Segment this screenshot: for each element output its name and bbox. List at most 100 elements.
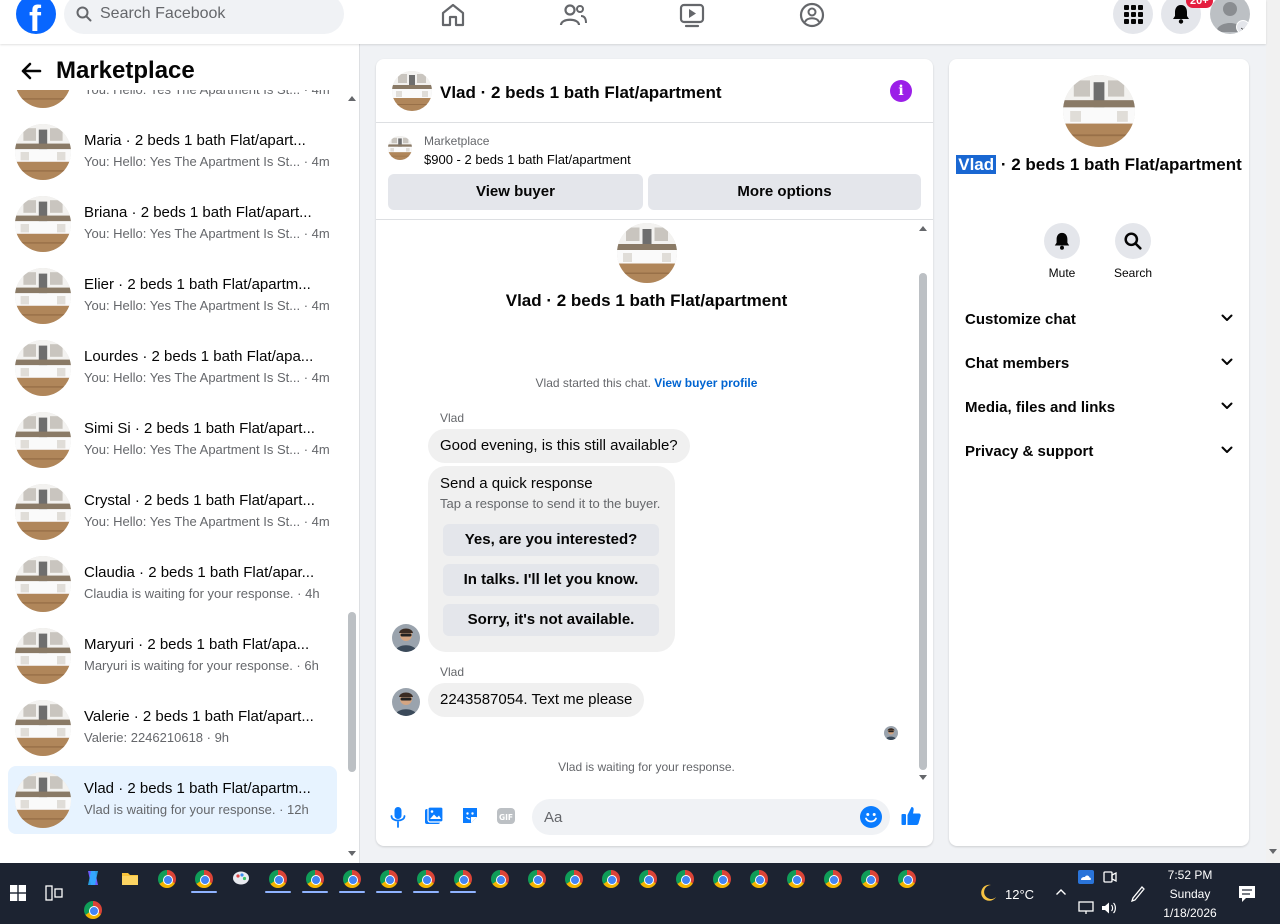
weather-temperature[interactable]: 12°C	[1005, 887, 1034, 902]
friends-icon[interactable]	[558, 2, 588, 28]
clock-time[interactable]: 7:52 PM	[1158, 868, 1222, 882]
chat-scrollbar-thumb[interactable]	[919, 273, 927, 770]
browser-taskbar-icon[interactable]	[380, 870, 398, 888]
chat-scroll-down-arrow[interactable]	[919, 775, 927, 780]
microphone-icon[interactable]	[390, 806, 406, 828]
section-customize-chat[interactable]: Customize chat	[957, 298, 1241, 342]
browser-taskbar-icon[interactable]	[306, 870, 324, 888]
like-icon[interactable]	[900, 805, 922, 827]
network-icon[interactable]	[1078, 901, 1094, 915]
sender-avatar[interactable]	[392, 624, 420, 652]
menu-grid-button[interactable]	[1113, 0, 1153, 34]
listing-small-thumbnail[interactable]	[388, 136, 412, 160]
conversation-item[interactable]: Elier · 2 beds 1 bath Flat/apartm... You:…	[8, 262, 337, 330]
info-listing-photo[interactable]	[1063, 75, 1135, 147]
back-arrow-icon[interactable]	[20, 62, 42, 80]
emoji-icon[interactable]	[860, 806, 882, 828]
chat-title[interactable]: Vlad · 2 beds 1 bath Flat/apartment	[440, 83, 722, 103]
view-buyer-profile-link[interactable]: View buyer profile	[654, 376, 757, 390]
conversation-item[interactable]: Simi Si · 2 beds 1 bath Flat/apart... You…	[8, 406, 337, 474]
browser-taskbar-icon[interactable]	[343, 870, 361, 888]
page-scrollbar[interactable]	[1266, 0, 1280, 863]
windows-start-icon[interactable]	[10, 885, 26, 901]
page-scroll-down-arrow[interactable]	[1269, 849, 1277, 854]
browser-taskbar-icon[interactable]	[676, 870, 694, 888]
sender-avatar[interactable]	[392, 688, 420, 716]
profile-avatar[interactable]: ⌄	[1210, 0, 1250, 34]
volume-icon[interactable]	[1101, 901, 1117, 915]
onedrive-icon[interactable]	[1077, 869, 1095, 885]
browser-taskbar-icon[interactable]	[491, 870, 509, 888]
copilot-icon[interactable]	[84, 869, 102, 887]
conversation-item[interactable]: You: Hello: Yes The Apartment Is St... ·…	[8, 90, 337, 114]
meet-now-icon[interactable]	[1103, 870, 1117, 884]
notification-center-icon[interactable]	[1238, 885, 1256, 903]
message-input[interactable]	[544, 807, 844, 827]
browser-taskbar-icon[interactable]	[861, 870, 879, 888]
browser-taskbar-icon[interactable]	[787, 870, 805, 888]
info-icon[interactable]: i	[890, 80, 912, 102]
file-explorer-icon[interactable]	[121, 870, 139, 886]
sticker-icon[interactable]	[460, 806, 480, 826]
search-box[interactable]	[64, 0, 344, 34]
listing-price[interactable]: $900 - 2 beds 1 bath Flat/apartment	[424, 152, 631, 167]
video-icon[interactable]	[677, 2, 707, 28]
chevron-up-icon[interactable]	[1055, 888, 1067, 896]
browser-taskbar-icon[interactable]	[528, 870, 546, 888]
scroll-down-arrow[interactable]	[348, 851, 356, 856]
scroll-up-arrow[interactable]	[348, 96, 356, 101]
conversation-item[interactable]: Valerie · 2 beds 1 bath Flat/apart... Val…	[8, 694, 337, 762]
chat-scroll-up-arrow[interactable]	[919, 226, 927, 231]
facebook-logo[interactable]: f	[16, 0, 56, 39]
conversation-item[interactable]: Claudia · 2 beds 1 bath Flat/apar... Clau…	[8, 550, 337, 618]
groups-icon[interactable]	[797, 2, 827, 28]
section-chat-members[interactable]: Chat members	[957, 342, 1241, 386]
gif-icon[interactable]: GIF	[496, 806, 516, 826]
quick-reply-not-available-button[interactable]: Sorry, it's not available.	[443, 604, 659, 636]
browser-taskbar-icon[interactable]	[898, 870, 916, 888]
mute-action[interactable]: Mute	[1032, 223, 1092, 280]
message-input-box[interactable]	[532, 799, 890, 835]
task-view-icon[interactable]	[45, 885, 63, 901]
browser-taskbar-icon[interactable]	[269, 870, 287, 888]
clock-date[interactable]: 1/18/2026	[1158, 906, 1222, 920]
browser-taskbar-icon[interactable]	[158, 870, 176, 888]
conversation-item[interactable]: Maria · 2 beds 1 bath Flat/apart... You: …	[8, 118, 337, 186]
search-action[interactable]: Search	[1103, 223, 1163, 280]
conversation-item[interactable]: Briana · 2 beds 1 bath Flat/apart... You:…	[8, 190, 337, 258]
sidebar-scrollbar-thumb[interactable]	[348, 612, 356, 772]
browser-taskbar-icon[interactable]	[750, 870, 768, 888]
moon-icon[interactable]	[978, 883, 998, 903]
message-bubble[interactable]: Good evening, is this still available?	[428, 429, 690, 463]
conversation-item[interactable]: Maryuri · 2 beds 1 bath Flat/apa... Maryu…	[8, 622, 337, 690]
conversation-list: You: Hello: Yes The Apartment Is St... ·…	[0, 90, 345, 860]
more-options-button[interactable]: More options	[648, 174, 921, 210]
browser-taskbar-icon[interactable]	[824, 870, 842, 888]
browser-taskbar-icon[interactable]	[639, 870, 657, 888]
section-privacy-support[interactable]: Privacy & support	[957, 430, 1241, 474]
listing-thumbnail[interactable]	[392, 71, 432, 111]
home-icon[interactable]	[438, 2, 468, 28]
conversation-item[interactable]: Vlad · 2 beds 1 bath Flat/apartm... Vlad …	[8, 766, 337, 834]
browser-taskbar-icon[interactable]	[713, 870, 731, 888]
conversation-item[interactable]: Lourdes · 2 beds 1 bath Flat/apa... You: …	[8, 334, 337, 402]
section-media-files-links[interactable]: Media, files and links	[957, 386, 1241, 430]
browser-taskbar-icon[interactable]	[454, 870, 472, 888]
browser-taskbar-icon[interactable]	[565, 870, 583, 888]
conversation-item[interactable]: Crystal · 2 beds 1 bath Flat/apart... You…	[8, 478, 337, 546]
browser-taskbar-icon[interactable]	[417, 870, 435, 888]
message-bubble[interactable]: 2243587054. Text me please	[428, 683, 645, 717]
browser-taskbar-icon[interactable]	[602, 870, 620, 888]
paint-app-icon[interactable]	[232, 870, 250, 886]
view-buyer-button[interactable]: View buyer	[388, 174, 643, 210]
browser-taskbar-icon[interactable]	[84, 901, 102, 919]
browser-taskbar-icon[interactable]	[195, 870, 213, 888]
pen-icon[interactable]	[1130, 885, 1146, 903]
search-icon	[76, 6, 92, 22]
quick-reply-in-talks-button[interactable]: In talks. I'll let you know.	[443, 564, 659, 596]
clock-day[interactable]: Sunday	[1158, 887, 1222, 901]
chevron-down-icon[interactable]: ⌄	[1236, 20, 1250, 34]
search-input[interactable]	[100, 2, 330, 26]
photo-icon[interactable]	[424, 806, 444, 826]
quick-reply-yes-button[interactable]: Yes, are you interested?	[443, 524, 659, 556]
